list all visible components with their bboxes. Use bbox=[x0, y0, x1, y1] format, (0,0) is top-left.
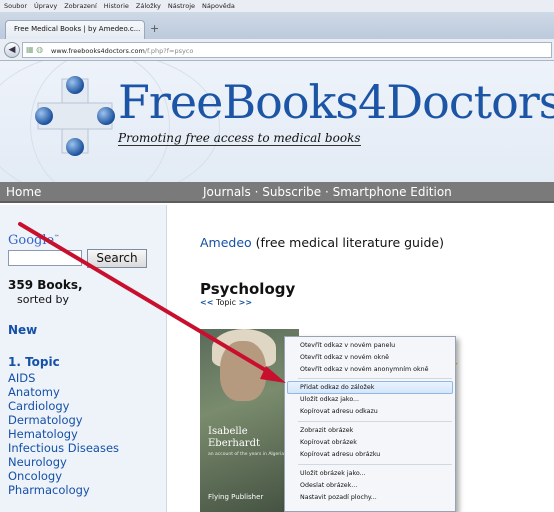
menu-historie[interactable]: Historie bbox=[104, 2, 129, 10]
ctx-copy-link-address[interactable]: Kopírovat adresu odkazu bbox=[300, 406, 378, 418]
menu-zalozky[interactable]: Záložky bbox=[136, 2, 161, 10]
menu-soubor[interactable]: Soubor bbox=[4, 2, 27, 10]
topic-pager: << Topic >> bbox=[200, 298, 252, 307]
ctx-copy-image-address[interactable]: Kopírovat adresu obrázku bbox=[300, 449, 380, 461]
topic-oncology[interactable]: Oncology bbox=[8, 469, 119, 483]
url-domain: www.freebooks4doctors.com bbox=[51, 47, 145, 55]
ctx-open-new-tab[interactable]: Otevřít odkaz v novém panelu bbox=[300, 340, 395, 352]
ctx-bookmark-link[interactable]: Přidat odkaz do záložek bbox=[300, 382, 374, 394]
prev-topic-link[interactable]: << bbox=[200, 298, 213, 307]
page-title: Psychology bbox=[200, 280, 296, 298]
nav-links[interactable]: Journals · Subscribe · Smartphone Editio… bbox=[203, 185, 452, 199]
brand-name: FreeBooks4Doctors bbox=[118, 75, 554, 129]
nav-home[interactable]: Home bbox=[6, 185, 41, 199]
site-banner: FreeBooks4Doctors! Promoting free access… bbox=[0, 61, 554, 182]
ctx-send-image[interactable]: Odeslat obrázek... bbox=[300, 480, 357, 492]
ctx-open-new-window[interactable]: Otevřít odkaz v novém okně bbox=[300, 352, 389, 364]
google-logo: Google™ bbox=[8, 233, 59, 248]
url-bar[interactable]: ▦ ◍ www.freebooks4doctors.com/f.php?f=ps… bbox=[22, 42, 552, 58]
next-topic-link[interactable]: >> bbox=[239, 298, 252, 307]
amedeo-link[interactable]: Amedeo bbox=[200, 235, 252, 250]
google-wordmark: Google bbox=[8, 233, 55, 248]
menu-nastroje[interactable]: Nástroje bbox=[168, 2, 195, 10]
topic-pager-label: Topic bbox=[213, 298, 239, 307]
sorted-by-label: sorted by bbox=[17, 293, 70, 306]
cover-subtitle: an account of the years in Algeria bbox=[208, 452, 285, 457]
cover-title-line1: Isabelle bbox=[208, 426, 248, 437]
ctx-separator bbox=[298, 464, 452, 465]
topic-list: AIDS Anatomy Cardiology Dermatology Hema… bbox=[8, 371, 119, 497]
ctx-view-image[interactable]: Zobrazit obrázek bbox=[300, 425, 353, 437]
topic-infectious-diseases[interactable]: Infectious Diseases bbox=[8, 441, 119, 455]
new-tab-button[interactable]: + bbox=[150, 22, 159, 35]
cover-title-line2: Eberhardt bbox=[208, 438, 261, 449]
url-path: /f.php?f=psyco bbox=[144, 47, 194, 55]
tab-strip: Free Medical Books | by Amedeo.c... + bbox=[0, 12, 554, 39]
ctx-set-desktop-background[interactable]: Nastavit pozadí plochy... bbox=[300, 492, 377, 504]
topic-cardiology[interactable]: Cardiology bbox=[8, 399, 119, 413]
back-arrow-icon: ◀ bbox=[8, 45, 16, 55]
ctx-copy-image[interactable]: Kopírovat obrázek bbox=[300, 437, 357, 449]
cover-publisher: Flying Publisher bbox=[208, 493, 264, 501]
topic-neurology[interactable]: Neurology bbox=[8, 455, 119, 469]
amedeo-description: (free medical literature guide) bbox=[251, 235, 444, 250]
topic-aids[interactable]: AIDS bbox=[8, 371, 119, 385]
ctx-separator bbox=[298, 421, 452, 422]
menu-bar: Soubor Úpravy Zobrazení Historie Záložky… bbox=[0, 0, 554, 12]
topic-dermatology[interactable]: Dermatology bbox=[8, 413, 119, 427]
sidebar-topic-heading: 1. Topic bbox=[8, 355, 60, 369]
site-nav: Home Journals · Subscribe · Smartphone E… bbox=[0, 182, 554, 203]
browser-tab[interactable]: Free Medical Books | by Amedeo.c... bbox=[5, 20, 145, 39]
topic-anatomy[interactable]: Anatomy bbox=[8, 385, 119, 399]
topic-hematology[interactable]: Hematology bbox=[8, 427, 119, 441]
search-button[interactable]: Search bbox=[87, 249, 147, 268]
cover-title: Isabelle Eberhardt bbox=[208, 426, 260, 450]
site-tagline: Promoting free access to medical books bbox=[118, 131, 361, 146]
medical-cross-logo-icon bbox=[35, 76, 115, 156]
topic-pharmacology[interactable]: Pharmacology bbox=[8, 483, 119, 497]
google-tm: ™ bbox=[54, 234, 60, 241]
search-input[interactable] bbox=[8, 250, 82, 266]
sidebar: Google™ Search 359 Books, sorted by New … bbox=[0, 205, 167, 512]
sidebar-link-new[interactable]: New bbox=[8, 323, 37, 337]
amedeo-line: Amedeo (free medical literature guide) bbox=[200, 235, 444, 250]
ctx-save-link[interactable]: Uložit odkaz jako... bbox=[300, 394, 359, 406]
cover-portrait bbox=[220, 341, 266, 401]
navigation-bar: ◀ ▦ ◍ www.freebooks4doctors.com/f.php?f=… bbox=[0, 39, 554, 61]
site-logo[interactable]: FreeBooks4Doctors! bbox=[118, 75, 554, 129]
book-count: 359 Books, bbox=[8, 278, 83, 292]
menu-napoveda[interactable]: Nápověda bbox=[202, 2, 235, 10]
ctx-save-image[interactable]: Uložit obrázek jako... bbox=[300, 468, 366, 480]
menu-upravy[interactable]: Úpravy bbox=[34, 2, 57, 10]
context-menu: Otevřít odkaz v novém panelu Otevřít odk… bbox=[284, 336, 456, 512]
site-identity-icon[interactable]: ▦ ◍ bbox=[26, 45, 43, 54]
ctx-open-private-window[interactable]: Otevřít odkaz v novém anonymním okně bbox=[300, 364, 429, 376]
ctx-separator bbox=[298, 378, 452, 379]
back-button[interactable]: ◀ bbox=[4, 42, 20, 58]
menu-zobrazeni[interactable]: Zobrazení bbox=[64, 2, 97, 10]
